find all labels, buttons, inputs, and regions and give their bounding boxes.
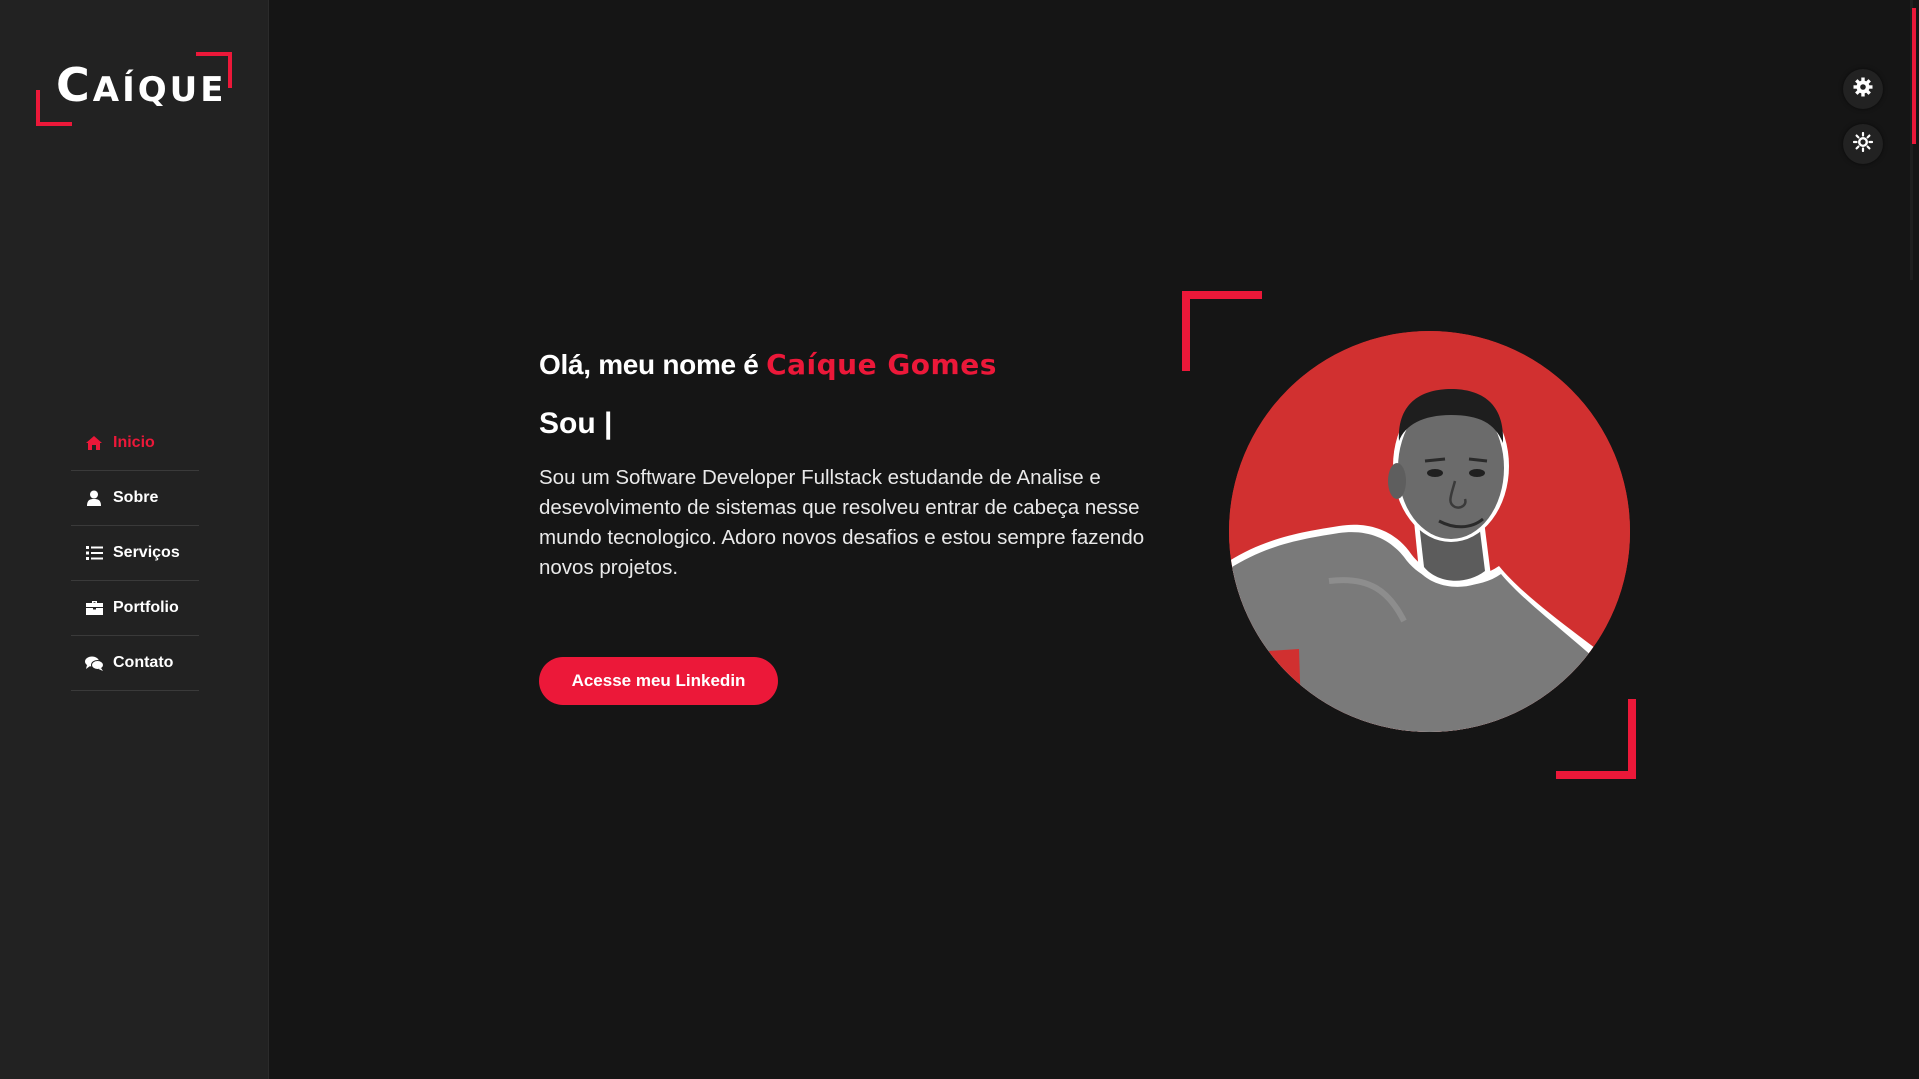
profile-photo-frame	[1182, 291, 1636, 779]
home-icon	[83, 435, 105, 451]
nav-item-servicos[interactable]: Serviços	[71, 526, 199, 581]
sidebar: CAÍQUE Inicio Sobre Serviços Portfolio C…	[0, 0, 269, 1079]
nav-label: Inicio	[113, 434, 155, 451]
page-scrollbar[interactable]	[1908, 0, 1919, 1079]
sun-icon	[1852, 131, 1874, 157]
hero-name: Caíque Gomes	[766, 348, 997, 381]
comments-icon	[83, 656, 105, 671]
theme-toggle-button[interactable]	[1843, 124, 1883, 164]
nav-item-sobre[interactable]: Sobre	[71, 471, 199, 526]
linkedin-button[interactable]: Acesse meu Linkedin	[539, 657, 778, 705]
hero-description: Sou um Software Developer Fullstack estu…	[539, 466, 1145, 579]
nav-item-portfolio[interactable]: Portfolio	[71, 581, 199, 636]
logo[interactable]: CAÍQUE	[36, 52, 234, 126]
frame-corner-bottom-right	[1556, 699, 1636, 779]
profile-photo	[1229, 331, 1630, 732]
nav-label: Serviços	[113, 544, 180, 561]
nav-label: Sobre	[113, 489, 159, 506]
user-icon	[83, 490, 105, 506]
nav-item-inicio[interactable]: Inicio	[71, 416, 199, 471]
nav-label: Contato	[113, 654, 174, 671]
main-nav: Inicio Sobre Serviços Portfolio Contato	[71, 416, 199, 691]
settings-button[interactable]	[1843, 69, 1883, 109]
nav-label: Portfolio	[113, 599, 179, 616]
frame-corner-top-left	[1182, 291, 1262, 371]
hero-greeting: Olá, meu nome é Caíque Gomes	[539, 348, 997, 381]
nav-item-contato[interactable]: Contato	[71, 636, 199, 691]
logo-text: CAÍQUE	[56, 58, 227, 112]
typing-text: Sou |	[539, 407, 613, 440]
gear-icon	[1853, 77, 1873, 102]
hero-section: Olá, meu nome é Caíque Gomes Sou | Sou u…	[539, 348, 1199, 583]
scrollbar-accent	[1912, 8, 1916, 144]
list-icon	[83, 546, 105, 560]
briefcase-icon	[83, 601, 105, 615]
